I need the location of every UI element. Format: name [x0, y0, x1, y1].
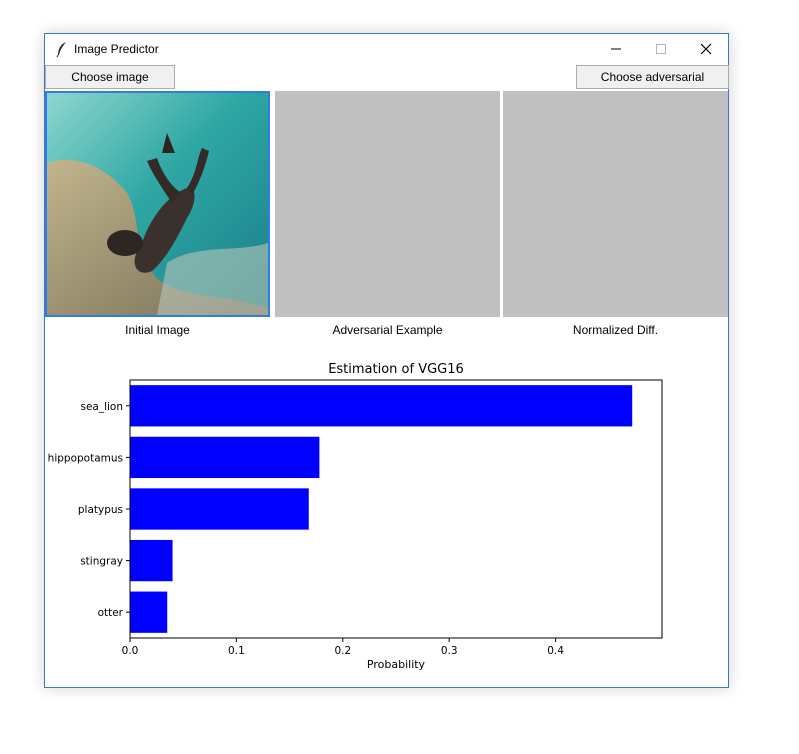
diff-image-panel	[503, 91, 728, 317]
minimize-button[interactable]	[593, 34, 639, 64]
x-tick-label: 0.4	[547, 645, 564, 657]
y-tick-label: hippopotamus	[48, 452, 123, 464]
adversarial-image-panel	[275, 91, 500, 317]
diff-caption: Normalized Diff.	[572, 323, 659, 337]
chart-title: Estimation of VGG16	[328, 362, 464, 377]
maximize-button[interactable]	[638, 34, 684, 64]
bar-sea_lion	[130, 385, 633, 427]
adversarial-caption: Adversarial Example	[332, 323, 443, 337]
initial-image-panel	[45, 91, 270, 317]
y-tick-label: otter	[98, 607, 124, 619]
bar-hippopotamus	[130, 436, 320, 479]
choose-image-button[interactable]: Choose image	[45, 65, 175, 89]
initial-image-caption: Initial Image	[125, 323, 190, 337]
x-tick-label: 0.3	[441, 645, 458, 657]
maximize-icon	[656, 44, 666, 54]
probability-chart: Estimation of VGG16 sea_lion hippopotamus…	[48, 362, 663, 671]
app-window: Image Predictor Choose image Choose adve…	[44, 33, 729, 688]
title-bar[interactable]: Image Predictor	[45, 34, 728, 64]
x-tick-label: 0.0	[122, 645, 139, 657]
sea-lion-photo	[47, 93, 268, 315]
choose-adversarial-button[interactable]: Choose adversarial	[576, 65, 729, 89]
x-tick-label: 0.1	[228, 645, 245, 657]
feather-icon	[56, 42, 66, 57]
window-title: Image Predictor	[74, 42, 159, 56]
bar-platypus	[130, 488, 309, 530]
y-tick-label: stingray	[80, 556, 123, 568]
close-icon	[700, 43, 712, 55]
x-axis-label: Probability	[367, 658, 426, 671]
bar-stingray	[130, 539, 173, 582]
minimize-icon	[611, 48, 621, 50]
close-button[interactable]	[683, 34, 729, 64]
y-tick-label: sea_lion	[80, 401, 123, 413]
x-tick-label: 0.2	[334, 645, 351, 657]
y-tick-label: platypus	[78, 504, 123, 516]
bar-otter	[130, 591, 168, 633]
